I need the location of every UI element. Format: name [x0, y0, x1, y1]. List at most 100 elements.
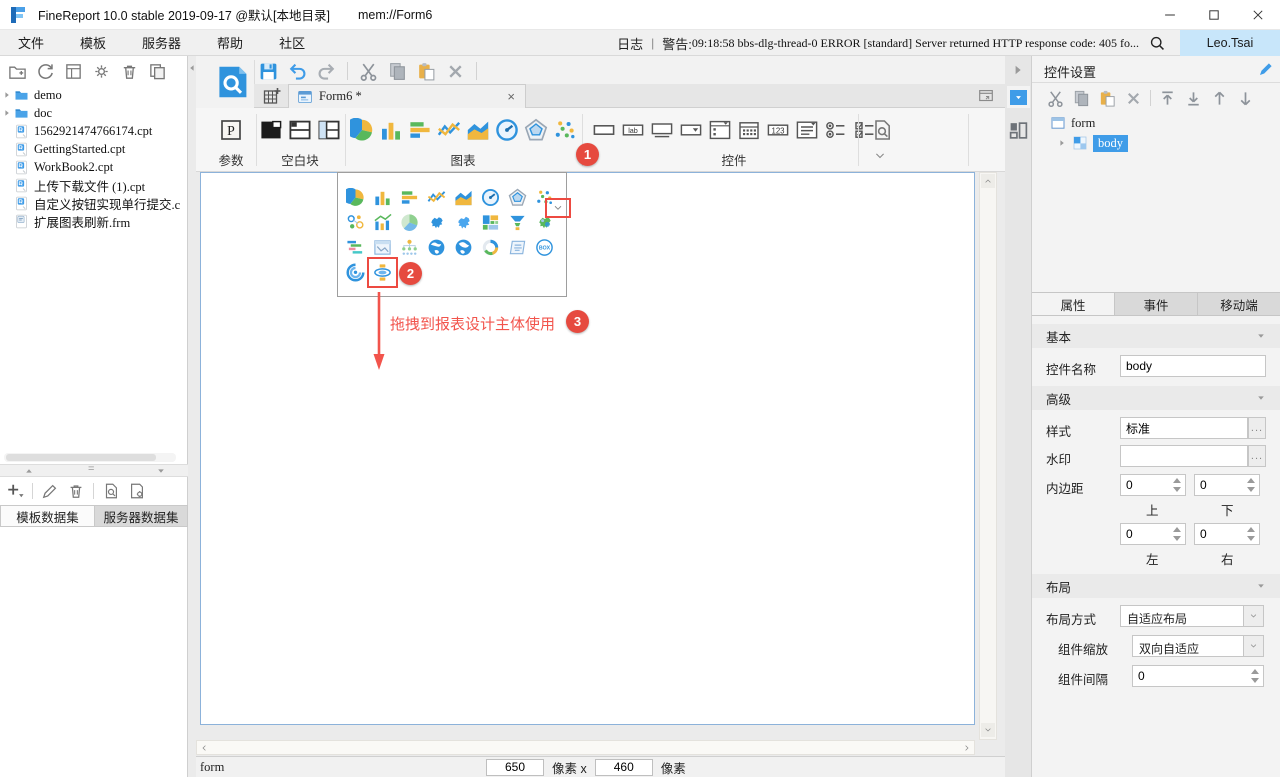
number-field-icon[interactable]: 123	[766, 118, 790, 142]
component-gap-spinner[interactable]	[1132, 665, 1264, 687]
delete-icon[interactable]	[1124, 89, 1143, 108]
text-field-icon[interactable]	[592, 118, 616, 142]
treemap-icon[interactable]	[481, 213, 500, 232]
scrollbar-thumb[interactable]	[6, 454, 156, 461]
tree-item[interactable]: WorkBook2.cpt	[0, 158, 188, 176]
password-field-icon[interactable]	[650, 118, 674, 142]
canvas-hscrollbar[interactable]	[196, 740, 975, 755]
tree-item[interactable]: doc	[0, 104, 188, 122]
trash-icon[interactable]	[120, 62, 139, 81]
file-tree-hscrollbar[interactable]	[4, 453, 176, 462]
org-tree-icon[interactable]	[400, 238, 419, 257]
chevron-down-icon[interactable]	[1243, 636, 1263, 656]
parameter-icon[interactable]: P	[219, 118, 243, 142]
canvas-width-input[interactable]	[486, 758, 544, 776]
close-button[interactable]	[1236, 0, 1280, 30]
delete-dataset-icon[interactable]	[67, 482, 85, 500]
section-advanced[interactable]: 高级	[1032, 386, 1280, 410]
pie-icon[interactable]	[346, 188, 365, 207]
padding-top-spinner[interactable]	[1120, 474, 1186, 496]
funnel-icon[interactable]	[508, 213, 527, 232]
radio-group-icon[interactable]	[824, 118, 848, 142]
widget-settings-tool-button[interactable]	[1007, 86, 1030, 108]
watermark-more-button[interactable]: ...	[1248, 445, 1266, 467]
widget-tree-root[interactable]: form	[1050, 114, 1095, 132]
drill-carousel-icon[interactable]	[367, 257, 398, 288]
form-design-canvas[interactable]	[200, 172, 975, 725]
combo-icon[interactable]	[373, 213, 392, 232]
bubble-icon[interactable]	[346, 213, 365, 232]
paste-icon[interactable]	[1098, 89, 1117, 108]
area-icon[interactable]	[466, 118, 490, 142]
block-table-icon[interactable]	[317, 118, 341, 142]
expand-caret-icon[interactable]	[1058, 139, 1066, 147]
style-input[interactable]	[1120, 417, 1248, 439]
spiral-icon[interactable]	[346, 263, 365, 282]
block-split-icon[interactable]	[288, 118, 312, 142]
tree-item[interactable]: GettingStarted.cpt	[0, 140, 188, 158]
log-label[interactable]: 日志	[617, 34, 643, 53]
maximize-button[interactable]	[1192, 0, 1236, 30]
splitter-handle-icon[interactable]: =	[88, 463, 94, 475]
cut-icon[interactable]	[358, 61, 379, 82]
redo-icon[interactable]	[316, 61, 337, 82]
minimize-button[interactable]	[1148, 0, 1192, 30]
edit-pencil-icon[interactable]	[1257, 61, 1274, 78]
globe-alt-icon[interactable]	[454, 238, 473, 257]
splitter-collapse-down-icon[interactable]	[156, 467, 166, 475]
paste-icon[interactable]	[416, 61, 437, 82]
tree-item[interactable]: 扩展图表刷新.frm	[0, 212, 188, 230]
new-template-icon[interactable]	[262, 86, 282, 106]
sphere-pie-icon[interactable]	[400, 213, 419, 232]
scroll-up-icon[interactable]	[981, 174, 995, 188]
report-view-icon[interactable]	[64, 62, 83, 81]
box-plot-icon[interactable]: BOX	[535, 238, 554, 257]
tab-events[interactable]: 事件	[1115, 293, 1198, 315]
splitter-collapse-up-icon[interactable]	[24, 467, 34, 475]
column-icon[interactable]	[373, 188, 392, 207]
chart-group-dropdown-icon[interactable]	[545, 198, 571, 218]
template-preview-icon[interactable]	[214, 60, 250, 104]
undo-icon[interactable]	[287, 61, 308, 82]
delete-icon[interactable]	[445, 61, 466, 82]
edit-dataset-icon[interactable]	[41, 482, 59, 500]
search-icon[interactable]	[1149, 35, 1166, 52]
scatter-icon[interactable]	[553, 118, 577, 142]
new-folder-icon[interactable]	[8, 62, 27, 81]
style-more-button[interactable]: ...	[1248, 417, 1266, 439]
component-library-icon[interactable]	[1008, 120, 1029, 141]
move-down-icon[interactable]	[1236, 89, 1255, 108]
china-map-icon[interactable]	[427, 213, 446, 232]
tab-template-dataset[interactable]: 模板数据集	[0, 505, 94, 527]
canvas-vscrollbar[interactable]	[979, 172, 997, 740]
block-solid-icon[interactable]	[259, 118, 283, 142]
close-tab-icon[interactable]: ×	[505, 89, 517, 104]
widget-tree-body-item[interactable]: body	[1058, 134, 1128, 152]
widget-group-dropdown-icon[interactable]	[872, 148, 894, 164]
expand-right-panel-icon[interactable]	[1012, 63, 1024, 77]
tree-item[interactable]: 上传下载文件 (1).cpt	[0, 176, 188, 194]
layout-mode-dropdown[interactable]: 自适应布局	[1120, 605, 1264, 627]
save-icon[interactable]	[258, 61, 279, 82]
warning-message[interactable]: 09:18:58 bbs-dlg-thread-0 ERROR [standar…	[692, 36, 1139, 51]
china-map-alt-icon[interactable]	[454, 213, 473, 232]
expand-caret-icon[interactable]	[0, 91, 14, 99]
bar-icon[interactable]	[400, 188, 419, 207]
add-dataset-icon[interactable]	[6, 482, 24, 500]
scroll-right-icon[interactable]	[960, 741, 974, 754]
tab-server-dataset[interactable]: 服务器数据集	[94, 505, 188, 527]
bar-icon[interactable]	[408, 118, 432, 142]
tree-item[interactable]: 自定义按钮实现单行提交.c	[0, 194, 188, 212]
padding-bottom-spinner[interactable]	[1194, 474, 1260, 496]
scroll-down-icon[interactable]	[981, 723, 995, 737]
date-picker-icon[interactable]	[737, 118, 761, 142]
preview-doc-icon[interactable]	[870, 118, 894, 142]
menu-file[interactable]: 文件	[0, 33, 62, 52]
collapse-caret-icon[interactable]	[1256, 332, 1266, 340]
copy-pages-icon[interactable]	[148, 62, 167, 81]
preview-dataset-icon[interactable]	[102, 482, 120, 500]
gauge-icon[interactable]	[481, 188, 500, 207]
collapse-caret-icon[interactable]	[1256, 394, 1266, 402]
copy-icon[interactable]	[1072, 89, 1091, 108]
pie-icon[interactable]	[349, 118, 374, 142]
